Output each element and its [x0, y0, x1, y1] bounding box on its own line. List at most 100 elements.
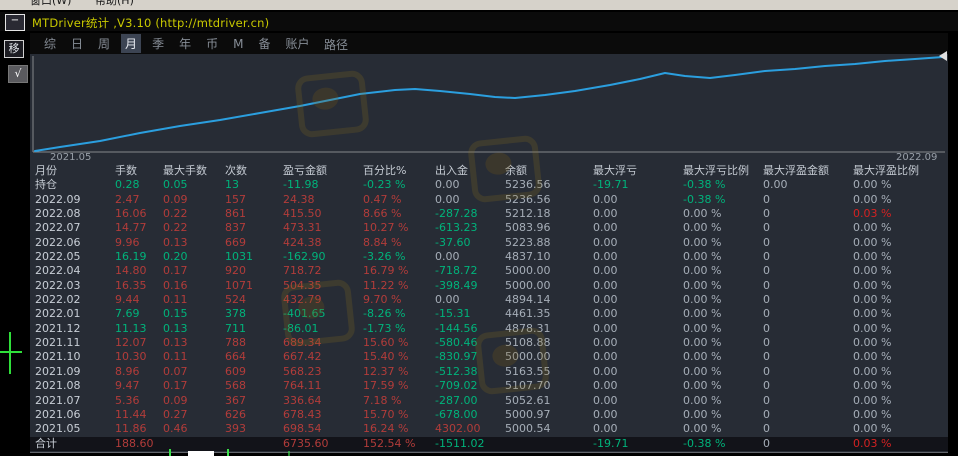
cell: 0.00 [593, 322, 683, 336]
column-header[interactable]: 最大浮盈金额 [763, 164, 853, 178]
column-header[interactable]: 最大手数 [163, 164, 225, 178]
cell: 16.35 [115, 279, 163, 293]
table-row[interactable]: 2022.092.470.0915724.380.47 %0.005236.56… [30, 193, 948, 207]
cell: 4878.31 [505, 322, 593, 336]
cell: 378 [225, 307, 283, 321]
taskbar-peek [288, 451, 290, 456]
cell: 5107.70 [505, 379, 593, 393]
tab-年[interactable]: 年 [175, 34, 195, 53]
table-row[interactable]: 持仓0.280.0513-11.98-0.23 %0.005236.56-19.… [30, 178, 948, 192]
table-row[interactable]: 2022.0816.060.22861415.508.66 %-287.2852… [30, 207, 948, 221]
cell: 0 [763, 264, 853, 278]
table-row[interactable]: 2022.017.690.15378-401.65-8.26 %-15.3144… [30, 307, 948, 321]
column-header[interactable]: 最大浮盈比例 [853, 164, 948, 178]
cell: 6735.60 [283, 437, 363, 451]
cell: -287.00 [435, 394, 505, 408]
cell: 5.36 [115, 394, 163, 408]
table-row[interactable]: 2022.029.440.11524432.799.70 %0.004894.1… [30, 293, 948, 307]
x-axis-end-label: 2022.09 [896, 152, 937, 163]
tab-周[interactable]: 周 [94, 34, 114, 53]
cell: 0.00 % [683, 221, 763, 235]
main-panel: 2021.05 2022.09 月份手数最大手数次数盈亏金额百分比%出入金余额最… [30, 54, 948, 453]
splitter-arrow-icon[interactable] [939, 51, 947, 61]
tab-path[interactable]: 路径 [320, 35, 352, 54]
cell: 678.43 [283, 408, 363, 422]
cell: 0 [763, 394, 853, 408]
cell: 0.00 [593, 221, 683, 235]
cell: 667.42 [283, 350, 363, 364]
cell: -1511.02 [435, 437, 505, 451]
column-header[interactable]: 月份 [30, 164, 115, 178]
table-row[interactable]: 2022.0414.800.17920718.7216.79 %-718.725… [30, 264, 948, 278]
cell: 0.00 [593, 336, 683, 350]
cell: 0 [763, 408, 853, 422]
cell: 0.00 [593, 422, 683, 436]
cell: 764.11 [283, 379, 363, 393]
cell: -613.23 [435, 221, 505, 235]
cell: 0.00 % [683, 264, 763, 278]
column-header[interactable]: 出入金 [435, 164, 505, 178]
tab-账户[interactable]: 账户 [281, 34, 313, 53]
cell: 0 [763, 365, 853, 379]
cell: 9.44 [115, 293, 163, 307]
cell: 0.00 [763, 178, 853, 192]
table-row[interactable]: 2021.0611.440.27626678.4315.70 %-678.005… [30, 408, 948, 422]
table-row[interactable]: 2022.0714.770.22837473.3110.27 %-613.235… [30, 221, 948, 235]
cell: 0 [763, 207, 853, 221]
cell: 5000.97 [505, 408, 593, 422]
menu-window[interactable]: 窗口(W) [30, 0, 71, 9]
table-row[interactable]: 2022.0516.190.201031-162.90-3.26 %0.0048… [30, 250, 948, 264]
tab-月[interactable]: 月 [121, 34, 141, 53]
tab-M[interactable]: M [229, 36, 247, 52]
cell: -830.97 [435, 350, 505, 364]
column-header[interactable]: 百分比% [363, 164, 435, 178]
table-row[interactable]: 2021.1211.130.13711-86.01-1.73 %-144.564… [30, 322, 948, 336]
cell: 16.24 % [363, 422, 435, 436]
cell: 0.00 % [683, 379, 763, 393]
cell: 0.00 % [853, 307, 948, 321]
column-header[interactable]: 最大浮亏 [593, 164, 683, 178]
column-header[interactable]: 次数 [225, 164, 283, 178]
table-row[interactable]: 2021.1112.070.13788689.3415.60 %-580.465… [30, 336, 948, 350]
column-header[interactable]: 盈亏金额 [283, 164, 363, 178]
cell: 1071 [225, 279, 283, 293]
total-row[interactable]: 合计188.606735.60152.54 %-1511.02-19.71-0.… [30, 437, 948, 451]
cell: -0.38 % [683, 193, 763, 207]
table-row[interactable]: 2021.075.360.09367336.647.18 %-287.00505… [30, 394, 948, 408]
table-row[interactable]: 2021.1010.300.11664667.4215.40 %-830.975… [30, 350, 948, 364]
cell: 0.09 [163, 193, 225, 207]
tab-备[interactable]: 备 [254, 34, 274, 53]
column-header[interactable]: 手数 [115, 164, 163, 178]
table-row[interactable]: 2021.098.960.07609568.2312.37 %-512.3851… [30, 365, 948, 379]
cell: 0.28 [115, 178, 163, 192]
cell: 0.13 [163, 236, 225, 250]
table-row[interactable]: 2022.0316.350.161071504.3511.22 %-398.49… [30, 279, 948, 293]
cell: 5000.00 [505, 350, 593, 364]
cell: -287.28 [435, 207, 505, 221]
row-label: 2022.05 [30, 250, 115, 264]
cell: 188.60 [115, 437, 163, 451]
cell: -144.56 [435, 322, 505, 336]
table-row[interactable]: 2021.089.470.17568764.1117.59 %-709.0251… [30, 379, 948, 393]
table-row[interactable]: 2022.069.960.13669424.388.84 %-37.605223… [30, 236, 948, 250]
move-tool-button[interactable]: 移 [4, 40, 24, 58]
equity-chart [30, 54, 948, 156]
restore-window-button[interactable]: − [5, 14, 25, 31]
menu-help[interactable]: 帮助(H) [95, 0, 134, 9]
cell: 0.17 [163, 264, 225, 278]
cell: 0.00 % [683, 394, 763, 408]
cell: 5108.88 [505, 336, 593, 350]
check-tool-button[interactable]: √ [8, 65, 28, 83]
cell: 0.00 % [853, 279, 948, 293]
tab-币[interactable]: 币 [202, 34, 222, 53]
column-header[interactable]: 余额 [505, 164, 593, 178]
tab-综[interactable]: 综 [40, 34, 60, 53]
column-header[interactable]: 最大浮亏比例 [683, 164, 763, 178]
equity-line [35, 57, 943, 151]
table-row[interactable]: 2021.0511.860.46393698.5416.24 %4302.005… [30, 422, 948, 436]
cell: 0 [763, 336, 853, 350]
cell: 1031 [225, 250, 283, 264]
tab-日[interactable]: 日 [67, 34, 87, 53]
cell: 0.00 [435, 193, 505, 207]
tab-季[interactable]: 季 [148, 34, 168, 53]
